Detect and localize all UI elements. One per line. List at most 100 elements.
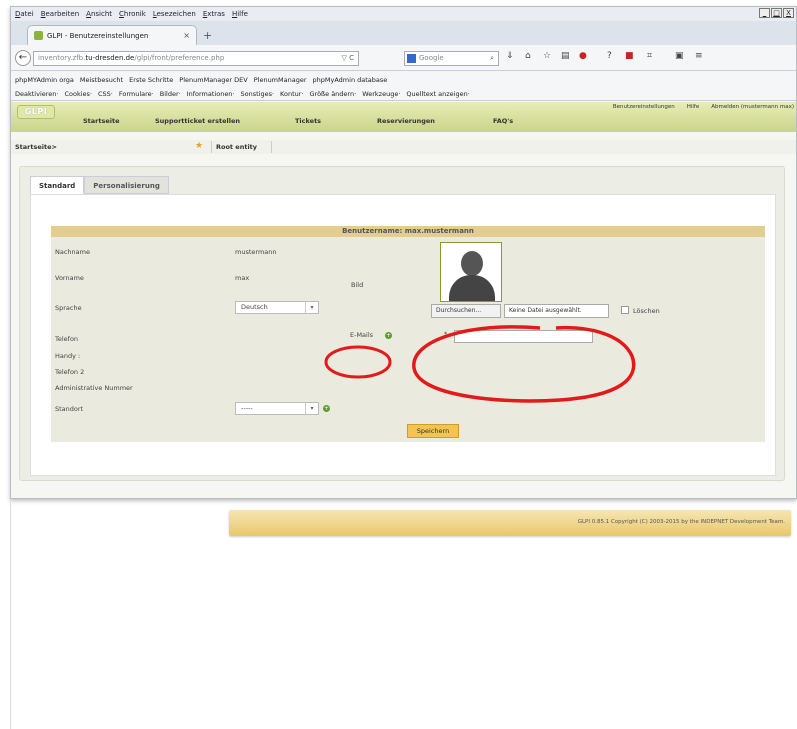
bookmark-item[interactable]: Erste Schritte bbox=[129, 76, 173, 84]
webdev-item[interactable]: Bilder· bbox=[160, 90, 181, 98]
avatar-body bbox=[449, 275, 495, 301]
value-vorname: max bbox=[235, 274, 250, 282]
tab-list: Standard Personalisierung bbox=[30, 176, 169, 194]
bookmark-item[interactable]: phpMyAdmin database bbox=[313, 76, 388, 84]
webdev-item[interactable]: Sonstiges· bbox=[241, 90, 275, 98]
reload-icon[interactable]: ▽ C bbox=[342, 52, 355, 65]
close-window-button[interactable]: X bbox=[783, 8, 794, 18]
preferences-panel: Standard Personalisierung Benutzername: … bbox=[19, 166, 785, 481]
addon2-icon[interactable]: ⌗ bbox=[647, 51, 652, 61]
maximize-button[interactable]: □ bbox=[771, 8, 782, 18]
label-loeschen: Löschen bbox=[633, 307, 660, 315]
menu-icon[interactable]: ≡ bbox=[695, 51, 703, 61]
back-button[interactable]: ← bbox=[15, 50, 31, 66]
webdev-item[interactable]: CSS· bbox=[98, 90, 113, 98]
label-nachname: Nachname bbox=[55, 248, 90, 256]
location-select[interactable]: ----- ▾ bbox=[235, 402, 319, 415]
browse-button[interactable]: Durchsuchen... bbox=[431, 304, 501, 318]
language-select[interactable]: Deutsch ▾ bbox=[235, 301, 319, 314]
top-links: Benutzereinstellungen Hilfe Abmelden (mu… bbox=[613, 104, 794, 110]
tab-standard[interactable]: Standard bbox=[30, 176, 85, 194]
webdev-item[interactable]: Größe ändern· bbox=[310, 90, 357, 98]
language-value: Deutsch bbox=[241, 303, 268, 311]
bookmarks-icon[interactable]: ▤ bbox=[561, 51, 570, 61]
url-path: /glpi/front/preference.php bbox=[134, 54, 225, 62]
webdev-item[interactable]: Werkzeuge· bbox=[362, 90, 400, 98]
menu-reservierungen[interactable]: Reservierungen bbox=[377, 117, 493, 125]
bookmark-item[interactable]: PlenumManager DEV bbox=[179, 76, 247, 84]
browser-tab[interactable]: GLPI - Benutzereinstellungen × bbox=[27, 25, 197, 45]
glpi-logo[interactable]: GLPI bbox=[17, 105, 55, 119]
label-vorname: Vorname bbox=[55, 274, 84, 282]
menu-extras[interactable]: Extras bbox=[203, 10, 225, 18]
help-link[interactable]: Hilfe bbox=[687, 104, 700, 110]
footer-bar: GLPI 0.85.1 Copyright (C) 2003-2015 by t… bbox=[229, 510, 791, 536]
save-button[interactable]: Speichern bbox=[407, 424, 459, 438]
label-standort: Standort bbox=[55, 405, 84, 413]
divider bbox=[271, 141, 272, 153]
webdeveloper-toolbar: Deaktivieren· Cookies· CSS· Formulare· B… bbox=[11, 87, 796, 101]
url-host: tu-dresden.de bbox=[85, 54, 135, 62]
entity-label[interactable]: Root entity bbox=[216, 143, 257, 151]
page-edge bbox=[10, 499, 11, 729]
url-bar[interactable]: inventory.zfb.tu-dresden.de/glpi/front/p… bbox=[33, 51, 359, 66]
menu-ansicht[interactable]: Ansicht bbox=[86, 10, 112, 18]
minimize-button[interactable]: _ bbox=[759, 8, 770, 18]
screen-icon[interactable]: ▣ bbox=[675, 51, 684, 61]
menu-hilfe[interactable]: Hilfe bbox=[232, 10, 248, 18]
tab-bar: GLPI - Benutzereinstellungen × + bbox=[11, 21, 796, 45]
divider bbox=[211, 141, 212, 153]
breadcrumb-home[interactable]: Startseite> bbox=[15, 143, 57, 151]
menu-tickets[interactable]: Tickets bbox=[295, 117, 377, 125]
home-icon[interactable]: ⌂ bbox=[525, 51, 531, 61]
menu-lesezeichen[interactable]: Lesezeichen bbox=[153, 10, 196, 18]
webdev-item[interactable]: Quelltext anzeigen· bbox=[406, 90, 469, 98]
menu-bar: Datei Bearbeiten Ansicht Chronik Lesezei… bbox=[11, 7, 796, 21]
download-icon[interactable]: ⇓ bbox=[506, 51, 514, 61]
favorite-star-icon[interactable]: ★ bbox=[195, 141, 203, 151]
webdev-item[interactable]: Cookies· bbox=[64, 90, 92, 98]
location-value: ----- bbox=[241, 404, 253, 412]
menu-supportticket[interactable]: Supportticket erstellen bbox=[155, 117, 295, 125]
webdev-item[interactable]: Informationen· bbox=[187, 90, 235, 98]
label-bild: Bild bbox=[351, 281, 364, 289]
add-email-icon[interactable]: + bbox=[385, 332, 392, 339]
label-sprache: Sprache bbox=[55, 304, 82, 312]
glpi-favicon-icon bbox=[34, 31, 43, 40]
menu-datei[interactable]: Datei bbox=[15, 10, 34, 18]
bookmark-item[interactable]: Meistbesucht bbox=[80, 76, 123, 84]
tab-personalisierung[interactable]: Personalisierung bbox=[84, 176, 169, 194]
webdev-item[interactable]: Kontur· bbox=[280, 90, 303, 98]
bookmark-item[interactable]: phpMYAdmin orga bbox=[15, 76, 74, 84]
addon-icon[interactable]: ■ bbox=[625, 51, 634, 61]
tab-title: GLPI - Benutzereinstellungen bbox=[47, 31, 149, 40]
tab-content: Benutzername: max.mustermann Nachname mu… bbox=[30, 194, 776, 476]
menu-bearbeiten[interactable]: Bearbeiten bbox=[41, 10, 79, 18]
menu-faq[interactable]: FAQ's bbox=[493, 117, 533, 125]
webdev-item[interactable]: Deaktivieren· bbox=[15, 90, 58, 98]
add-location-icon[interactable]: + bbox=[323, 405, 330, 412]
email-input[interactable] bbox=[454, 330, 593, 343]
breadcrumb: Startseite> ★ Root entity bbox=[11, 140, 796, 154]
preferences-link[interactable]: Benutzereinstellungen bbox=[613, 104, 675, 110]
url-prefix: inventory.zfb. bbox=[38, 54, 86, 62]
bookmark-item[interactable]: PlenumManager bbox=[254, 76, 307, 84]
star-icon[interactable]: ☆ bbox=[543, 51, 551, 61]
delete-checkbox[interactable] bbox=[621, 306, 629, 314]
help-icon[interactable]: ? bbox=[607, 51, 612, 61]
user-form: Benutzername: max.mustermann Nachname mu… bbox=[51, 226, 765, 442]
browser-window: Datei Bearbeiten Ansicht Chronik Lesezei… bbox=[10, 6, 797, 499]
footer-copyright: GLPI 0.85.1 Copyright (C) 2003-2015 by t… bbox=[577, 519, 785, 525]
webdev-item[interactable]: Formulare· bbox=[119, 90, 154, 98]
glpi-header: GLPI Benutzereinstellungen Hilfe Abmelde… bbox=[11, 102, 796, 132]
bookmarks-toolbar: phpMYAdmin orga Meistbesucht Erste Schri… bbox=[11, 73, 796, 87]
menu-startseite[interactable]: Startseite bbox=[83, 117, 155, 125]
user-avatar bbox=[440, 242, 502, 302]
new-tab-button[interactable]: + bbox=[203, 29, 212, 42]
navigation-bar: ← inventory.zfb.tu-dresden.de/glpi/front… bbox=[11, 45, 796, 71]
adblock-icon[interactable]: ● bbox=[579, 51, 587, 61]
label-admin-number: Administrative Nummer bbox=[55, 384, 133, 392]
menu-chronik[interactable]: Chronik bbox=[119, 10, 146, 18]
logout-link[interactable]: Abmelden (mustermann max) bbox=[711, 104, 794, 110]
tab-close-icon[interactable]: × bbox=[183, 31, 190, 40]
